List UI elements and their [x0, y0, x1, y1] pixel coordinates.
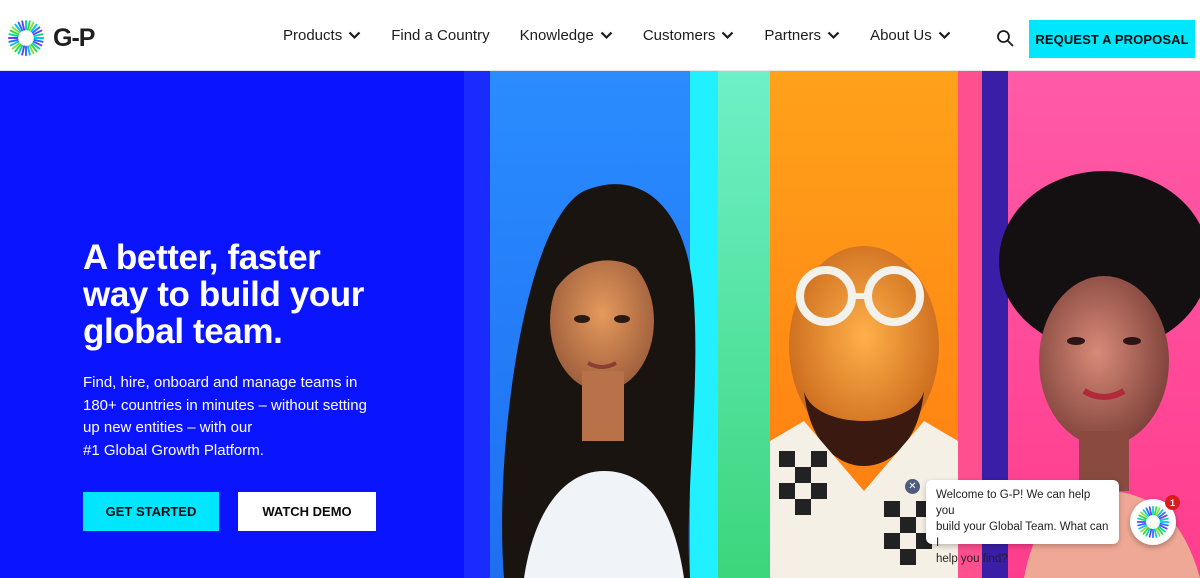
chat-message-line: help you find?: [936, 553, 1008, 565]
watch-demo-button[interactable]: WATCH DEMO: [238, 492, 376, 531]
main-nav: Products Find a Country Knowledge Custom…: [283, 0, 981, 71]
nav-item-label: Customers: [642, 27, 716, 44]
get-started-button[interactable]: GET STARTED: [83, 492, 219, 531]
nav-item-partners[interactable]: Partners: [764, 27, 840, 44]
subcopy-line: Find, hire, onboard and manage teams in: [83, 374, 358, 391]
logo-text: G-P: [53, 23, 95, 52]
notification-badge: 1: [1165, 495, 1180, 510]
hero-subcopy: Find, hire, onboard and manage teams in …: [83, 372, 393, 462]
chevron-down-icon: [722, 31, 734, 40]
headline-line: A better, faster: [83, 238, 321, 277]
request-proposal-button[interactable]: REQUEST A PROPOSAL: [1029, 20, 1195, 58]
chat-welcome-message[interactable]: Welcome to G-P! We can help you build yo…: [926, 480, 1119, 565]
chat-message-line: build your Global Team. What can I: [936, 521, 1109, 549]
subcopy-line: up new entities – with our: [83, 419, 253, 436]
nav-item-label: Partners: [764, 27, 822, 44]
nav-item-customers[interactable]: Customers: [643, 27, 735, 44]
hero-text-panel: A better, faster way to build your globa…: [0, 71, 464, 578]
nav-item-about-us[interactable]: About Us: [870, 27, 951, 44]
headline-line: way to build your: [83, 275, 364, 314]
close-icon[interactable]: ✕: [905, 479, 920, 494]
nav-item-label: About Us: [870, 27, 932, 44]
nav-item-products[interactable]: Products: [283, 27, 361, 44]
site-header: G-P Products Find a Country Knowledge Cu…: [0, 0, 1200, 71]
subcopy-line: 180+ countries in minutes – without sett…: [83, 396, 367, 414]
logo[interactable]: G-P: [7, 18, 95, 58]
chevron-down-icon: [938, 31, 951, 40]
hero-headline: A better, faster way to build your globa…: [83, 239, 423, 350]
chevron-down-icon: [600, 31, 613, 40]
nav-item-knowledge[interactable]: Knowledge: [520, 27, 613, 44]
chat-message-line: Welcome to G-P! We can help you: [936, 489, 1091, 517]
nav-item-label: Find a Country: [391, 27, 490, 44]
logo-burst-icon: [1136, 505, 1170, 539]
logo-burst-icon: [7, 19, 45, 57]
nav-item-label: Products: [283, 27, 343, 44]
headline-line: global team.: [83, 312, 283, 351]
chevron-down-icon: [827, 31, 840, 40]
subcopy-line: #1 Global Growth Platform.: [83, 441, 264, 459]
nav-item-find-a-country[interactable]: Find a Country: [391, 27, 489, 44]
search-icon[interactable]: [996, 29, 1014, 47]
nav-item-label: Knowledge: [519, 27, 594, 44]
chevron-down-icon: [348, 31, 361, 40]
